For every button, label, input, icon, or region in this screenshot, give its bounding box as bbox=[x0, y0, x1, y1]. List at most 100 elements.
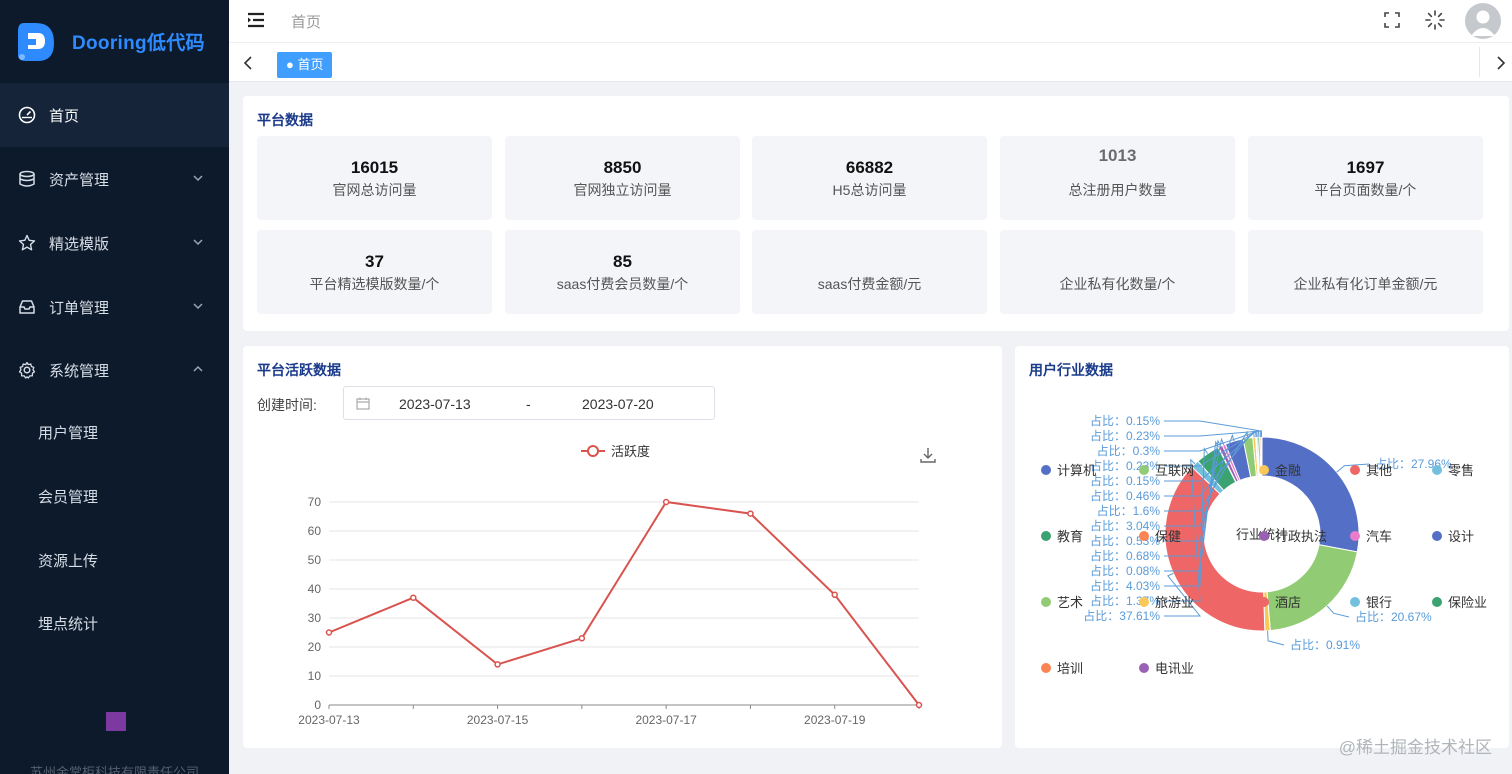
card-title: 平台数据 bbox=[257, 112, 313, 128]
stat-card: 8850 官网独立访问量 bbox=[505, 136, 740, 220]
legend-dot bbox=[1259, 530, 1269, 541]
legend-item[interactable]: 其他 bbox=[1350, 460, 1392, 479]
legend-label: 保健 bbox=[1155, 529, 1182, 544]
legend-dot bbox=[1041, 464, 1051, 475]
stat-card: saas付费金额/元 bbox=[752, 230, 987, 314]
y-tick-label: 0 bbox=[314, 698, 321, 712]
activity-card: 平台活跃数据 创建时间: 2023-07-13 - 2023-07-20 活跃度… bbox=[243, 346, 1002, 748]
sidebar-subitem-members[interactable]: 会员管理 bbox=[0, 464, 229, 528]
chevron-down-icon bbox=[191, 299, 205, 313]
legend-label: 设计 bbox=[1448, 529, 1475, 544]
legend-item[interactable]: 培训 bbox=[1041, 658, 1083, 677]
legend-dot bbox=[1350, 596, 1360, 607]
legend-marker bbox=[587, 445, 599, 457]
slice-label: 占比：20.67% bbox=[1355, 609, 1432, 624]
avatar[interactable] bbox=[1465, 3, 1501, 39]
legend-dot bbox=[1432, 596, 1442, 607]
tab-divider bbox=[1479, 47, 1480, 77]
legend-label: 酒店 bbox=[1275, 595, 1302, 610]
legend-item[interactable]: 银行 bbox=[1350, 592, 1392, 611]
logo[interactable]: Dooring低代码 bbox=[0, 0, 229, 82]
legend-label: 汽车 bbox=[1366, 529, 1393, 544]
y-tick-label: 60 bbox=[308, 524, 322, 538]
breadcrumb[interactable]: 首页 bbox=[291, 11, 321, 32]
sidebar-subitem-tracking[interactable]: 埋点统计 bbox=[0, 591, 229, 655]
legend-dot bbox=[1432, 530, 1442, 541]
legend-item[interactable]: 金融 bbox=[1259, 460, 1301, 479]
sidebar-item-templates[interactable]: 精选模版 bbox=[0, 211, 229, 275]
label-leader bbox=[1267, 630, 1285, 646]
slice-label: 占比：0.08% bbox=[1090, 563, 1160, 578]
stat-card: 1697 平台页面数量/个 bbox=[1248, 136, 1483, 220]
legend-label: 保险业 bbox=[1448, 595, 1488, 610]
dashboard-icon bbox=[18, 106, 36, 124]
legend-item[interactable]: 保健 bbox=[1139, 526, 1181, 545]
sidebar-subitem-label: 埋点统计 bbox=[38, 615, 99, 633]
chevron-up-icon bbox=[191, 362, 205, 376]
legend-label: 银行 bbox=[1366, 595, 1393, 610]
legend-item[interactable]: 艺术 bbox=[1041, 592, 1083, 611]
logo-icon bbox=[16, 19, 56, 63]
legend-label: 计算机 bbox=[1057, 463, 1097, 478]
menu-fold-icon[interactable] bbox=[246, 10, 266, 30]
date-range-picker[interactable]: 2023-07-13 - 2023-07-20 bbox=[343, 386, 715, 420]
stat-label: 平台页面数量/个 bbox=[1314, 182, 1417, 198]
star-icon bbox=[18, 234, 36, 252]
loading-icon[interactable] bbox=[1424, 9, 1446, 31]
stat-value: 66882 bbox=[845, 158, 894, 177]
legend-label: 金融 bbox=[1275, 463, 1302, 478]
legend-dot bbox=[1041, 662, 1051, 673]
sidebar-subitem-users[interactable]: 用户管理 bbox=[0, 400, 229, 464]
legend-item[interactable]: 零售 bbox=[1432, 460, 1474, 479]
data-point bbox=[494, 661, 501, 668]
sidebar-item-assets[interactable]: 资产管理 bbox=[0, 147, 229, 211]
database-icon bbox=[18, 170, 36, 188]
app-title: Dooring低代码 bbox=[72, 32, 205, 54]
stat-card: 1013 总注册用户数量 bbox=[1000, 136, 1235, 220]
legend-item[interactable]: 保险业 bbox=[1432, 592, 1487, 611]
legend-label: 旅游业 bbox=[1155, 595, 1195, 610]
x-tick-label: 2023-07-19 bbox=[804, 713, 866, 727]
sidebar-item-label: 精选模版 bbox=[49, 235, 110, 253]
slice-label: 占比：0.3% bbox=[1097, 443, 1161, 458]
legend-item[interactable]: 汽车 bbox=[1350, 526, 1392, 545]
top-header: 首页 bbox=[229, 0, 1512, 42]
sidebar-item-home[interactable]: 首页 bbox=[0, 83, 229, 147]
data-point bbox=[325, 629, 333, 636]
legend-item[interactable]: 互联网 bbox=[1139, 460, 1194, 479]
tab-home[interactable]: ● 首页 bbox=[277, 52, 333, 78]
platform-data-card: 平台数据 16015 官网总访问量 8850 官网独立访问量 66882 H5总访问量… bbox=[243, 96, 1509, 331]
legend-item[interactable]: 设计 bbox=[1432, 526, 1474, 545]
y-tick-label: 10 bbox=[308, 669, 322, 683]
sidebar-item-label: 资产管理 bbox=[49, 171, 110, 189]
legend-item[interactable]: 行政执法 bbox=[1259, 526, 1327, 545]
legend-item[interactable]: 电讯业 bbox=[1139, 658, 1194, 677]
legend-item[interactable]: 计算机 bbox=[1041, 460, 1096, 479]
fullscreen-icon[interactable] bbox=[1381, 9, 1403, 31]
data-point bbox=[662, 498, 670, 506]
stat-label: 企业私有化数量/个 bbox=[1059, 276, 1176, 292]
sidebar-item-orders[interactable]: 订单管理 bbox=[0, 275, 229, 339]
download-icon[interactable] bbox=[919, 446, 937, 464]
data-point bbox=[747, 510, 754, 517]
start-date-input[interactable]: 2023-07-13 bbox=[399, 396, 471, 412]
legend-label: 艺术 bbox=[1057, 595, 1084, 610]
stat-value: 1013 bbox=[1098, 146, 1137, 165]
legend-dot bbox=[1041, 530, 1051, 541]
end-date-input[interactable]: 2023-07-20 bbox=[582, 396, 654, 412]
stat-card: 企业私有化订单金额/元 bbox=[1248, 230, 1483, 314]
legend-label: 活跃度 bbox=[611, 444, 650, 459]
legend-item[interactable]: 酒店 bbox=[1259, 592, 1301, 611]
legend-item[interactable]: 旅游业 bbox=[1139, 592, 1194, 611]
calendar-icon bbox=[356, 397, 370, 410]
chevron-right-icon[interactable] bbox=[1492, 55, 1508, 71]
stat-label: saas付费会员数量/个 bbox=[556, 276, 689, 292]
sidebar-item-system[interactable]: 系统管理 bbox=[0, 338, 229, 402]
sidebar-subitem-upload[interactable]: 资源上传 bbox=[0, 528, 229, 592]
legend-label: 教育 bbox=[1057, 529, 1084, 544]
data-point bbox=[410, 594, 417, 601]
chevron-left-icon[interactable] bbox=[241, 55, 257, 71]
legend-item[interactable]: 教育 bbox=[1041, 526, 1083, 545]
data-point bbox=[831, 591, 838, 599]
stat-label: 官网总访问量 bbox=[332, 182, 417, 198]
